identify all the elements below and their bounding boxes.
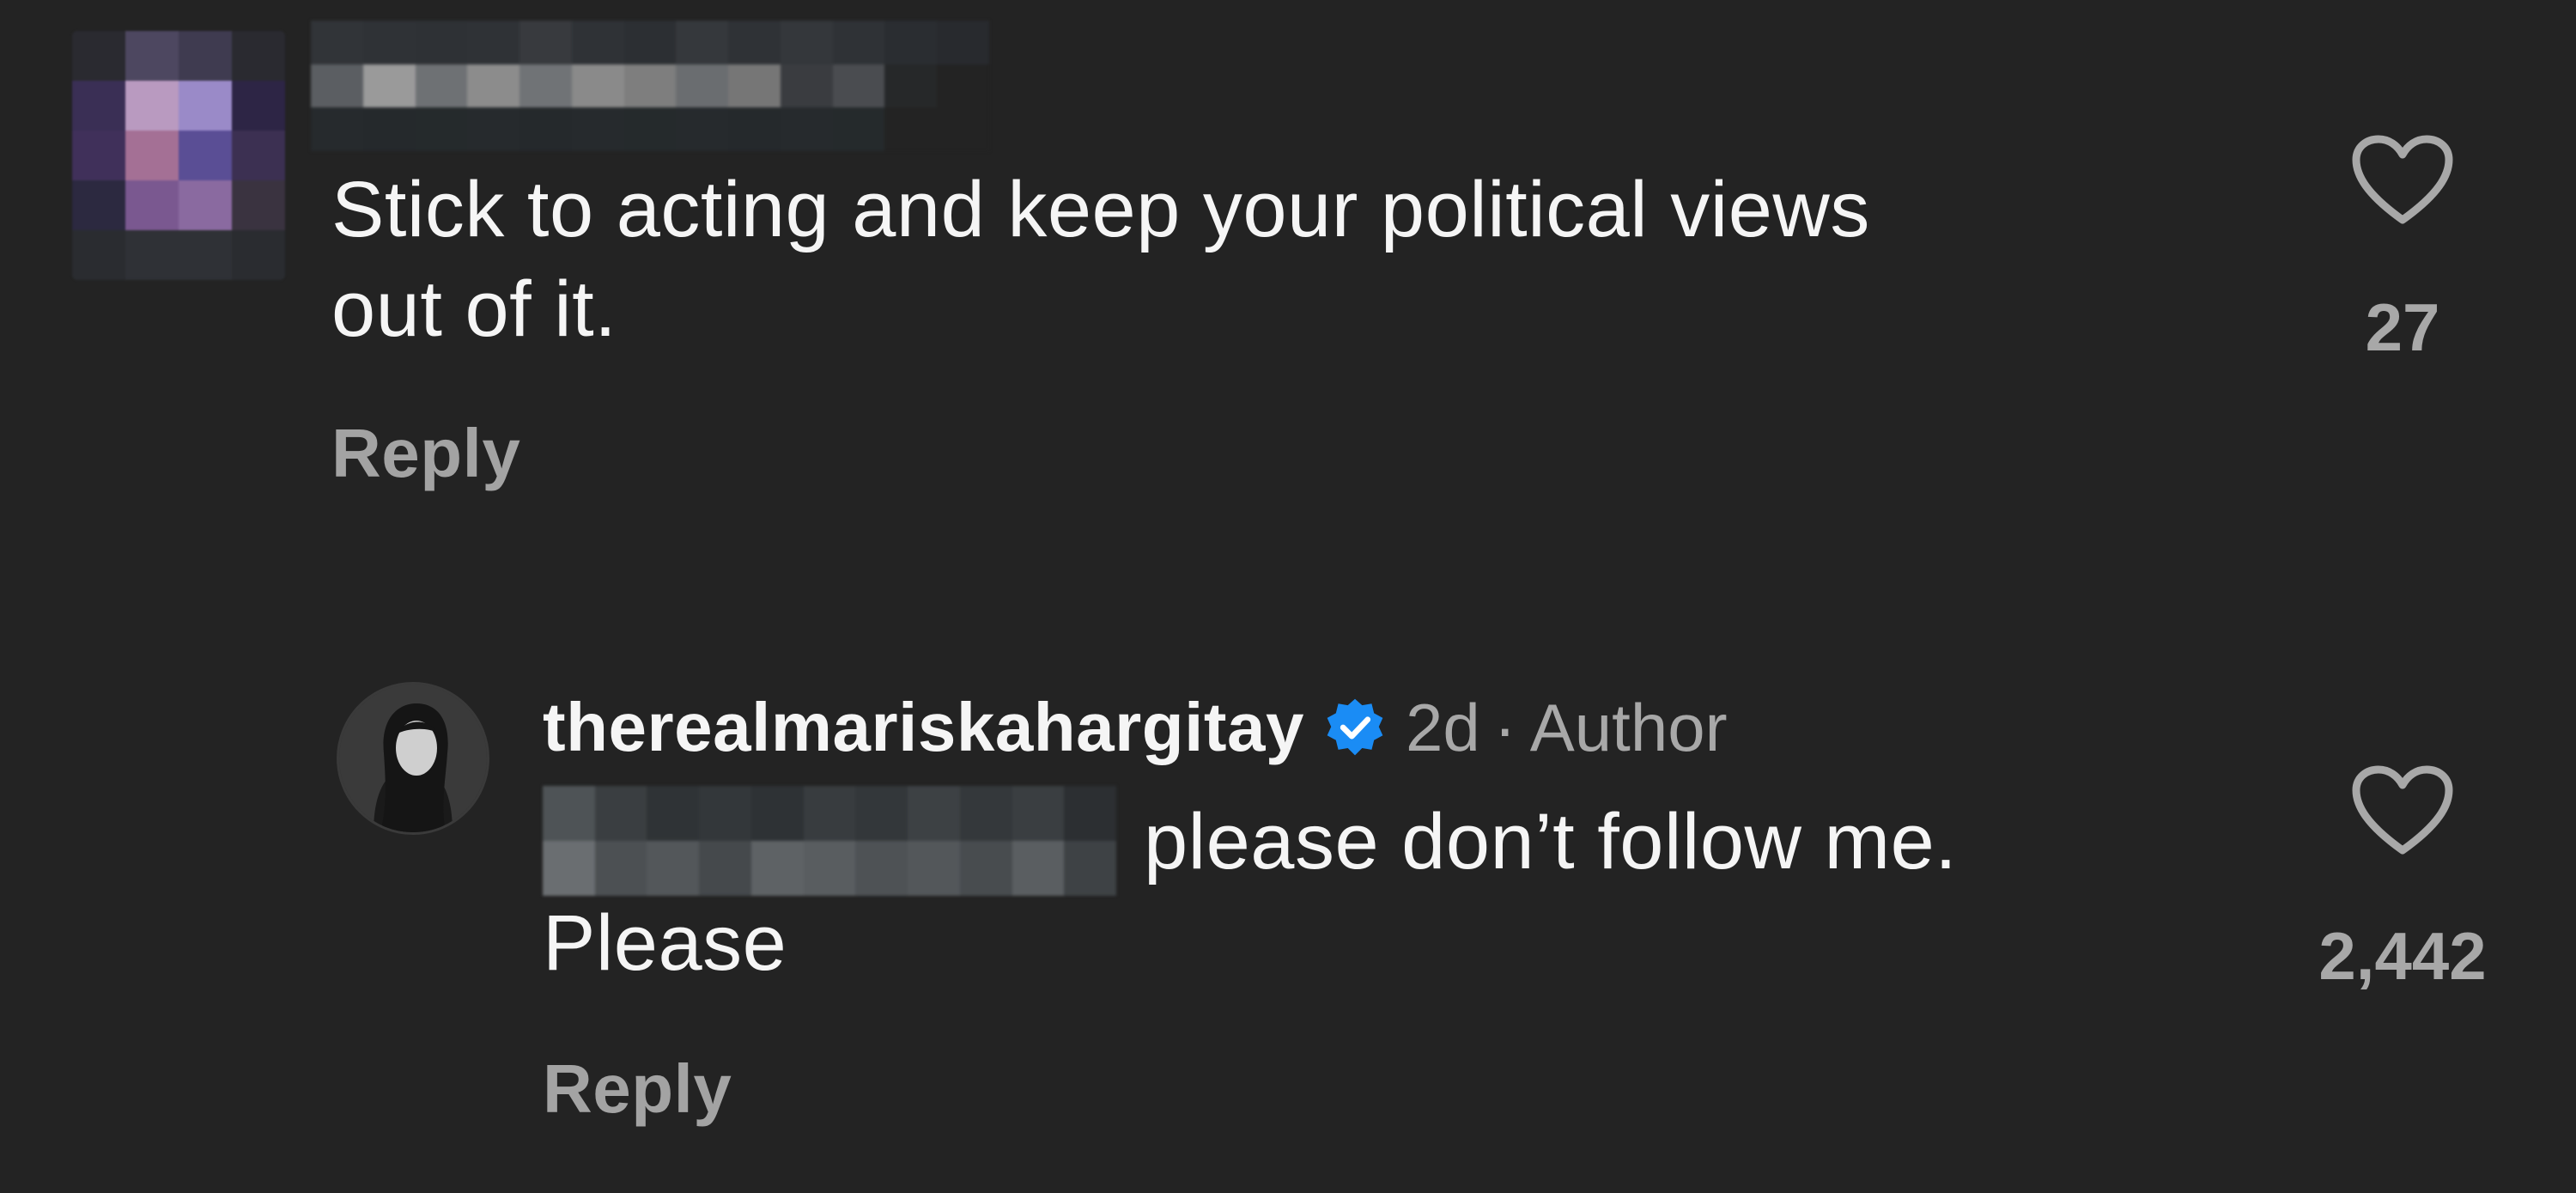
reply-text-line-2: Please xyxy=(543,899,787,987)
like-count[interactable]: 27 xyxy=(2318,289,2487,367)
reply-button[interactable]: Reply xyxy=(543,1050,732,1129)
author-avatar[interactable] xyxy=(337,682,489,835)
author-username[interactable]: therealmariskahargitay xyxy=(543,688,1304,767)
author-label: Author xyxy=(1529,689,1728,765)
reply-button[interactable]: Reply xyxy=(331,414,520,493)
redacted-mention[interactable] xyxy=(543,786,1116,896)
like-count[interactable]: 2,442 xyxy=(2275,917,2530,995)
heart-outline-icon[interactable] xyxy=(2351,134,2454,228)
reply-age: 2d xyxy=(1406,689,1480,765)
heart-outline-icon[interactable] xyxy=(2351,764,2454,859)
reply-text-line-1: please don’t follow me. xyxy=(1144,798,1958,886)
redacted-username[interactable] xyxy=(311,21,989,151)
comment-text-line-1: Stick to acting and keep your political … xyxy=(331,166,1870,253)
reply-header: therealmariskahargitay 2d · Author xyxy=(543,680,1728,775)
comment-text-line-2: out of it. xyxy=(331,265,617,353)
redacted-avatar[interactable] xyxy=(72,31,285,280)
meta-separator: · xyxy=(1493,689,1516,765)
comment-text: Stick to acting and keep your political … xyxy=(331,160,2221,359)
reply-meta: 2d · Author xyxy=(1406,689,1728,767)
verified-badge-icon xyxy=(1323,696,1387,759)
